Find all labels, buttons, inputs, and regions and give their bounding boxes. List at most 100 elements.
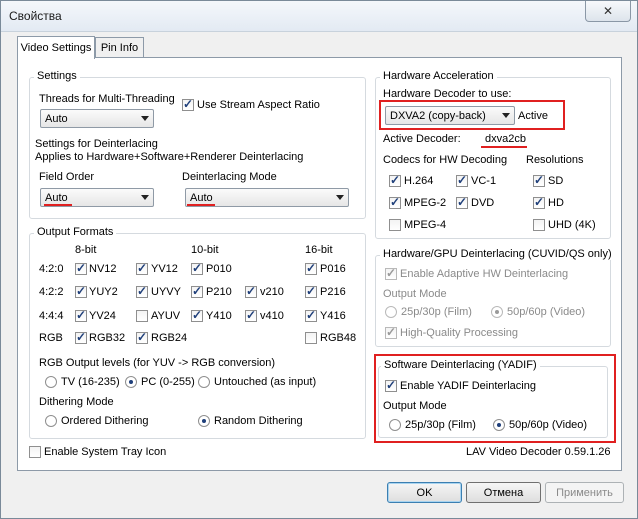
ok-button[interactable]: OK [387,482,462,503]
format-ayuv-checkbox[interactable] [136,310,148,322]
apply-label: Применить [556,486,613,499]
row-label-444: 4:4:4 [39,310,64,322]
tab-label: Video Settings [20,42,92,54]
format-nv12-checkbox[interactable] [75,261,87,275]
format-label: P210 [206,286,232,298]
hw-deint-film-radio[interactable] [385,306,397,318]
res-label: UHD (4K) [548,219,596,231]
format-label: v410 [260,310,284,322]
format-label: UYVY [151,286,181,298]
radio-label: 50p/60p (Video) [507,306,586,318]
row-label-rgb: RGB [39,332,63,344]
system-tray-checkbox[interactable] [29,446,41,458]
threads-value: Auto [45,112,68,125]
tab-pin-info[interactable]: Pin Info [95,37,144,58]
format-rgb24-checkbox[interactable] [136,330,148,344]
codec-label: VC-1 [471,175,497,187]
red-underline [187,204,215,206]
format-v210-checkbox[interactable] [245,284,257,298]
format-uyvy-checkbox[interactable] [136,284,148,298]
codec-label: MPEG-2 [404,197,447,209]
deint-mode-value: Auto [190,191,213,204]
hw-deint-enable-label: Enable Adaptive HW Deinterlacing [400,268,569,280]
close-button[interactable]: ✕ [585,1,631,22]
tab-label: Pin Info [100,42,139,54]
tab-video-settings[interactable]: Video Settings [17,36,95,59]
yadif-video-radio[interactable] [493,419,505,431]
hw-deint-video-radio[interactable] [491,306,503,318]
format-label: RGB32 [89,332,126,344]
header-8bit: 8-bit [75,244,97,256]
hw-decoder-select[interactable]: DXVA2 (copy-back) [385,106,515,125]
codec-dvd-checkbox[interactable] [456,195,468,209]
ok-label: OK [416,486,433,499]
format-yv24-checkbox[interactable] [75,308,87,322]
codec-label: DVD [471,197,495,209]
format-label: v210 [260,286,284,298]
res-sd-checkbox[interactable] [533,173,545,187]
rgb-level-untouched-radio[interactable] [198,376,210,388]
format-p216-checkbox[interactable] [305,284,317,298]
chevron-down-icon [141,195,149,200]
format-y410-checkbox[interactable] [191,308,203,322]
res-hd-checkbox[interactable] [533,195,545,209]
codec-vc1-checkbox[interactable] [456,173,468,187]
chevron-down-icon [336,195,344,200]
format-label: YV12 [151,263,178,275]
hw-deint-hq-checkbox[interactable] [385,325,397,339]
system-tray-label: Enable System Tray Icon [44,446,167,458]
use-stream-aspect-checkbox[interactable] [182,97,194,111]
format-v410-checkbox[interactable] [245,308,257,322]
format-label: YUY2 [89,286,118,298]
version-label: LAV Video Decoder 0.59.1.26 [466,446,611,458]
res-label: HD [548,197,564,209]
yadif-film-radio[interactable] [389,419,401,431]
yadif-enable-label: Enable YADIF Deinterlacing [400,380,536,392]
codecs-title: Codecs for HW Decoding [383,154,508,166]
radio-label: 50p/60p (Video) [509,419,588,431]
radio-label: Untouched (as input) [214,376,317,388]
format-label: Y410 [206,310,232,322]
radio-label: TV (16-235) [61,376,120,388]
deint-mode-label: Deinterlacing Mode [182,171,277,183]
radio-label: 25p/30p (Film) [401,306,472,318]
header-10bit: 10-bit [191,244,219,256]
rgb-levels-title: RGB Output levels (for YUV -> RGB conver… [39,357,276,369]
format-label: RGB24 [151,332,188,344]
format-yv12-checkbox[interactable] [136,261,148,275]
apply-button[interactable]: Применить [545,482,624,503]
format-p016-checkbox[interactable] [305,261,317,275]
rgb-level-tv-radio[interactable] [45,376,57,388]
format-yuy2-checkbox[interactable] [75,284,87,298]
hw-deint-enable-checkbox[interactable] [385,266,397,280]
format-p210-checkbox[interactable] [191,284,203,298]
rgb-level-pc-radio[interactable] [125,376,137,388]
radio-label: Random Dithering [214,415,303,427]
dithering-ordered-radio[interactable] [45,415,57,427]
codec-label: H.264 [404,175,434,187]
row-label-420: 4:2:0 [39,263,64,275]
dithering-title: Dithering Mode [39,396,114,408]
close-icon: ✕ [602,4,614,18]
codec-mpeg2-checkbox[interactable] [389,195,401,209]
format-label: P016 [320,263,346,275]
codec-mpeg4-checkbox[interactable] [389,219,401,231]
format-label: YV24 [89,310,116,322]
resolutions-title: Resolutions [526,154,584,166]
settings-group-title: Settings [34,70,80,82]
cancel-button[interactable]: Отмена [466,482,541,503]
threads-select[interactable]: Auto [40,109,154,128]
res-uhd-checkbox[interactable] [533,219,545,231]
active-decoder-value: dxva2cb [485,133,526,145]
format-p010-checkbox[interactable] [191,261,203,275]
yadif-enable-checkbox[interactable] [385,378,397,392]
format-label: NV12 [89,263,117,275]
format-rgb48-checkbox[interactable] [305,332,317,344]
output-formats-title: Output Formats [34,226,117,238]
chevron-down-icon [141,116,149,121]
header-16bit: 16-bit [305,244,333,256]
dithering-random-radio[interactable] [198,415,210,427]
format-rgb32-checkbox[interactable] [75,330,87,344]
codec-h264-checkbox[interactable] [389,173,401,187]
format-y416-checkbox[interactable] [305,308,317,322]
